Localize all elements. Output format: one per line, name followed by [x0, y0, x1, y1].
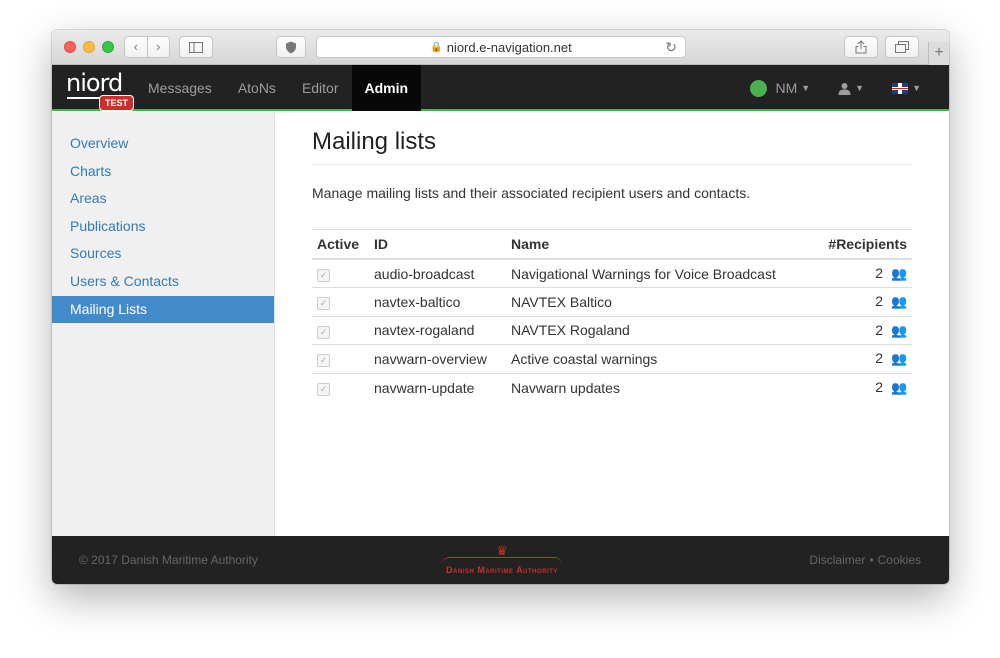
active-checkbox[interactable]: ✓	[317, 383, 330, 396]
list-name: NAVTEX Rogaland	[506, 315, 814, 345]
active-checkbox[interactable]: ✓	[317, 354, 330, 368]
footer-separator: •	[869, 553, 874, 567]
recipients-users-icon[interactable]: 👥	[891, 323, 907, 339]
caret-down-icon: ▼	[855, 83, 865, 93]
user-icon	[838, 82, 851, 95]
caret-down-icon: ▼	[912, 83, 921, 93]
active-checkbox[interactable]: ✓	[317, 297, 330, 311]
disclaimer-link[interactable]: Disclaimer	[809, 553, 865, 567]
recipient-count: 2	[875, 265, 883, 281]
col-header-active: Active	[312, 229, 369, 260]
nav-admin[interactable]: Admin	[351, 65, 422, 111]
list-name: Active coastal warnings	[506, 344, 814, 373]
recipient-count: 2	[875, 379, 883, 395]
sidebar-item-charts[interactable]: Charts	[52, 158, 274, 186]
caret-down-icon: ▼	[801, 83, 811, 93]
share-icon[interactable]	[844, 36, 878, 58]
reload-icon[interactable]: ↻	[665, 39, 677, 56]
privacy-shield-icon[interactable]	[276, 36, 306, 58]
page-body: Overview Charts Areas Publications Sourc…	[52, 112, 949, 536]
page-title: Mailing lists	[312, 128, 912, 165]
list-name: Navigational Warnings for Voice Broadcas…	[506, 258, 814, 288]
recipients-users-icon[interactable]: 👥	[891, 266, 907, 282]
table-row[interactable]: ✓ navwarn-update Navwarn updates 2 👥	[312, 372, 912, 402]
sidebar-item-sources[interactable]: Sources	[52, 240, 274, 268]
active-checkbox[interactable]: ✓	[317, 269, 330, 282]
sidebar-item-overview[interactable]: Overview	[52, 130, 274, 158]
minimize-window-button[interactable]	[83, 41, 95, 53]
dma-logo-text: Danish Maritime Authority	[446, 565, 558, 575]
recipients-users-icon[interactable]: 👥	[891, 351, 907, 367]
recipient-count: 2	[875, 321, 883, 338]
browser-toolbar: ‹ › 🔒 niord.e-navigation.net ↻ +	[52, 30, 949, 65]
lock-icon: 🔒	[430, 41, 443, 53]
list-id: audio-broadcast	[369, 258, 506, 288]
main-nav: Messages AtoNs Editor Admin	[135, 65, 422, 111]
table-row[interactable]: ✓ navtex-baltico NAVTEX Baltico 2 👥	[312, 287, 912, 316]
domain-label: NM	[775, 80, 798, 96]
page-description: Manage mailing lists and their associate…	[312, 185, 751, 201]
table-row[interactable]: ✓ navtex-rogaland NAVTEX Rogaland 2 👥	[312, 315, 912, 345]
sidebar-item-users-contacts[interactable]: Users & Contacts	[52, 268, 274, 296]
mailing-lists-table: Active ID Name #Recipients ✓ audio-broad…	[312, 229, 912, 402]
uk-flag-icon	[892, 82, 909, 94]
col-header-name: Name	[506, 229, 814, 260]
niord-logo[interactable]: Niord TEST	[66, 69, 135, 111]
history-nav: ‹ ›	[124, 36, 170, 58]
brand-name: Niord	[66, 69, 123, 97]
nav-messages[interactable]: Messages	[135, 65, 225, 111]
sidebar-item-areas[interactable]: Areas	[52, 185, 274, 213]
recipients-users-icon[interactable]: 👥	[891, 294, 907, 310]
sidebar-toggle-icon[interactable]	[179, 36, 213, 58]
test-badge: TEST	[99, 95, 135, 111]
logo-arc	[442, 557, 562, 565]
table-row[interactable]: ✓ audio-broadcast Navigational Warnings …	[312, 258, 912, 288]
url-text: niord.e-navigation.net	[446, 39, 572, 55]
list-name: NAVTEX Baltico	[506, 287, 814, 316]
col-header-recipients: #Recipients	[813, 229, 912, 260]
close-window-button[interactable]	[64, 41, 76, 53]
tab-overview-icon[interactable]	[885, 36, 919, 58]
recipient-count: 2	[875, 350, 883, 367]
list-id: navwarn-overview	[369, 344, 506, 373]
recipient-count: 2	[875, 293, 883, 310]
domain-status-icon	[750, 79, 768, 97]
nav-atons[interactable]: AtoNs	[225, 65, 289, 111]
list-id: navtex-rogaland	[369, 315, 506, 345]
nav-right: NM ▼ ▼ ▼	[750, 65, 949, 111]
page-footer: © 2017 Danish Maritime Authority ♛ Danis…	[52, 536, 949, 584]
sidebar-item-publications[interactable]: Publications	[52, 213, 274, 241]
crown-icon: ♛	[496, 543, 508, 558]
copyright-text: © 2017 Danish Maritime Authority	[79, 553, 258, 567]
sidebar-item-mailing-lists[interactable]: Mailing Lists	[52, 295, 274, 324]
footer-links: Disclaimer • Cookies	[809, 553, 921, 567]
language-menu[interactable]: ▼	[892, 82, 921, 94]
cookies-link[interactable]: Cookies	[878, 553, 921, 567]
col-header-id: ID	[369, 229, 506, 260]
dma-logo[interactable]: ♛ Danish Maritime Authority	[422, 544, 582, 580]
recipients-users-icon[interactable]: 👥	[891, 380, 907, 396]
address-bar[interactable]: 🔒 niord.e-navigation.net ↻	[316, 36, 686, 58]
domain-menu[interactable]: NM ▼	[750, 79, 811, 97]
app-navbar: Niord TEST Messages AtoNs Editor Admin N…	[52, 65, 949, 111]
back-icon[interactable]: ‹	[125, 37, 147, 57]
zoom-window-button[interactable]	[102, 41, 114, 53]
new-tab-button[interactable]: +	[928, 42, 949, 65]
user-menu[interactable]: ▼	[838, 82, 864, 95]
nav-editor[interactable]: Editor	[289, 65, 352, 111]
admin-sidebar: Overview Charts Areas Publications Sourc…	[52, 112, 275, 536]
main-content: Mailing lists Manage mailing lists and t…	[275, 112, 949, 536]
list-id: navtex-baltico	[369, 287, 506, 316]
browser-window: ‹ › 🔒 niord.e-navigation.net ↻ + Niord T…	[52, 30, 949, 584]
list-id: navwarn-update	[369, 372, 506, 402]
forward-icon[interactable]: ›	[146, 37, 170, 57]
table-row[interactable]: ✓ navwarn-overview Active coastal warnin…	[312, 344, 912, 373]
list-name: Navwarn updates	[506, 372, 814, 402]
active-checkbox[interactable]: ✓	[317, 325, 330, 339]
